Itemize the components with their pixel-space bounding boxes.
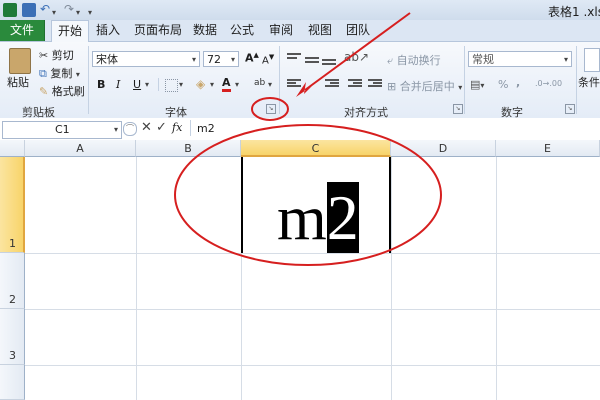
annotation-ellipse-cell <box>174 124 442 266</box>
annotation-overlay <box>174 12 442 266</box>
annotation-arrow-line <box>304 12 411 91</box>
annotation-ellipse-launcher <box>251 97 289 121</box>
annotation-arrowhead <box>296 82 312 97</box>
